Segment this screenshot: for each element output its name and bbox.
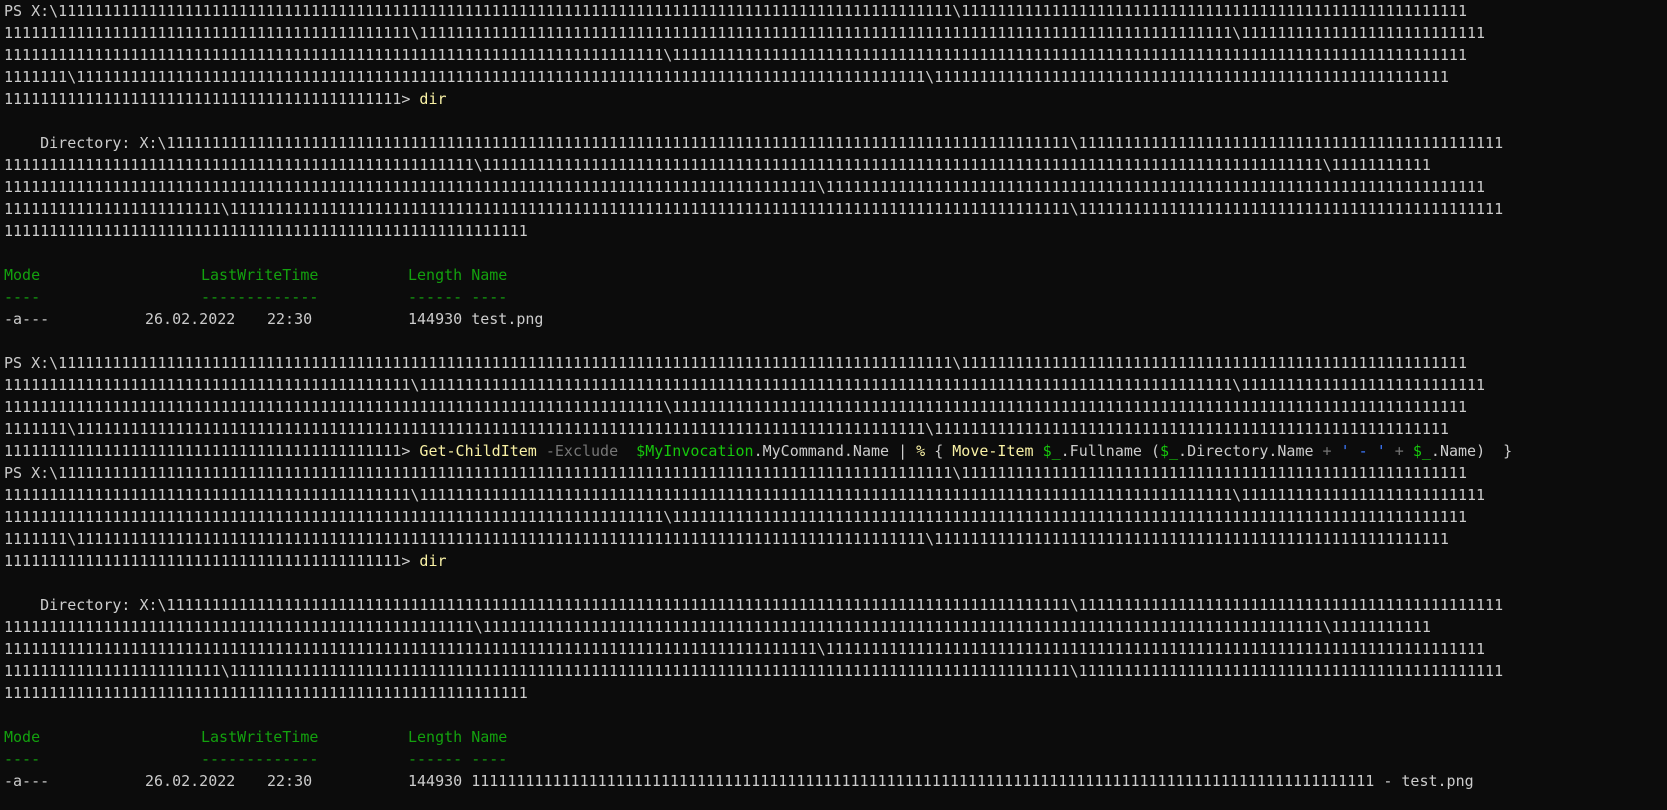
cmd-member: .MyCommand.Name |	[753, 442, 917, 460]
cmd-member: .Fullname (	[1060, 442, 1160, 460]
header-name: Name	[471, 728, 508, 746]
directory-line: 1111111111111111111111111111111111111111…	[4, 618, 1431, 636]
prompt-path-line: 1111111111111111111111111111111111111111…	[4, 24, 1486, 42]
directory-line: 1111111111111111111111111111111111111111…	[4, 178, 1486, 196]
separator-mode: ----	[4, 288, 41, 306]
cmd-foreach-alias: %	[916, 442, 926, 460]
separator-name: ----	[471, 750, 508, 768]
header-mode: Mode	[4, 266, 41, 284]
command-text: dir	[419, 552, 447, 570]
directory-listing-2: Directory: X:\11111111111111111111111111…	[4, 594, 1663, 792]
cmd-brace: {	[925, 442, 953, 460]
prompt-path-line: 1111111111111111111111111111111111111111…	[4, 376, 1486, 394]
prompt-path-line: 1111111111111111111111111111111111111111…	[4, 398, 1467, 416]
directory-listing-1: Directory: X:\11111111111111111111111111…	[4, 132, 1663, 330]
header-length: Length	[408, 266, 463, 284]
cmd-var-pipeline: $_	[1159, 442, 1179, 460]
prompt-path-line: 1111111111111111111111111111111111111111…	[4, 508, 1467, 526]
command-text: dir	[419, 90, 447, 108]
row-name: 1111111111111111111111111111111111111111…	[471, 772, 1474, 790]
prompt-path-end: 1111111111111111111111111111111111111111…	[4, 90, 411, 108]
table-row: -a--- 26.02.2022 22:30 144930 1111111111111…	[4, 770, 1663, 792]
row-time: 22:30	[267, 772, 313, 790]
header-mode: Mode	[4, 728, 41, 746]
table-separator: ---- ------------- ------ ----	[4, 748, 1663, 770]
prompt-command-line: 1111111111111111111111111111111111111111…	[4, 440, 1663, 462]
directory-line: 1111111111111111111111111111111111111111…	[4, 640, 1486, 658]
row-time: 22:30	[267, 310, 313, 328]
row-name: test.png	[471, 310, 544, 328]
row-length: 144930	[408, 310, 463, 328]
table-header: Mode LastWriteTime Length Name	[4, 726, 1663, 748]
table-separator: ---- ------------- ------ ----	[4, 286, 1663, 308]
directory-line: Directory: X:\11111111111111111111111111…	[4, 596, 1504, 614]
cmd-get-childitem: Get-ChildItem	[419, 442, 537, 460]
directory-line: 111111111111111111111111\111111111111111…	[4, 200, 1504, 218]
row-mode: -a---	[4, 310, 50, 328]
prompt-command-line: 1111111111111111111111111111111111111111…	[4, 550, 1663, 572]
cmd-string-literal: ' - '	[1340, 442, 1386, 460]
directory-line: 1111111111111111111111111111111111111111…	[4, 156, 1431, 174]
cmd-var-pipeline: $_	[1412, 442, 1431, 460]
prompt-path-line: 1111111111111111111111111111111111111111…	[4, 46, 1467, 64]
header-lastwritetime: LastWriteTime	[201, 728, 319, 746]
cmd-member: .Directory.Name	[1178, 442, 1323, 460]
cmd-var-pipeline: $_	[1042, 442, 1061, 460]
cmd-param-exclude: -Exclude	[545, 442, 619, 460]
header-lastwritetime: LastWriteTime	[201, 266, 319, 284]
prompt-block-1: PS X:\1111111111111111111111111111111111…	[4, 0, 1663, 110]
header-name: Name	[471, 266, 508, 284]
separator-lastwritetime: -------------	[201, 288, 319, 306]
prompt-block-3: PS X:\1111111111111111111111111111111111…	[4, 462, 1663, 572]
prompt-path-end: 1111111111111111111111111111111111111111…	[4, 442, 411, 460]
cmd-member: .Name) }	[1430, 442, 1513, 460]
prompt-path-end: 1111111111111111111111111111111111111111…	[4, 552, 411, 570]
prompt-path-line: PS X:\1111111111111111111111111111111111…	[4, 464, 1467, 482]
cmd-operator-plus: +	[1322, 442, 1332, 460]
row-date: 26.02.2022	[145, 772, 236, 790]
prompt-path-line: 1111111\11111111111111111111111111111111…	[4, 420, 1449, 438]
prompt-path-line: 1111111111111111111111111111111111111111…	[4, 486, 1486, 504]
row-length: 144930	[408, 772, 463, 790]
directory-line: 1111111111111111111111111111111111111111…	[4, 684, 528, 702]
terminal-window[interactable]: PS X:\1111111111111111111111111111111111…	[0, 0, 1667, 810]
separator-lastwritetime: -------------	[201, 750, 319, 768]
prompt-path-line: 1111111\11111111111111111111111111111111…	[4, 68, 1449, 86]
table-header: Mode LastWriteTime Length Name	[4, 264, 1663, 286]
cmd-var-myinvocation: $MyInvocation	[636, 442, 754, 460]
separator-length: ------	[408, 750, 463, 768]
separator-mode: ----	[4, 750, 41, 768]
prompt-path-line: PS X:\1111111111111111111111111111111111…	[4, 354, 1467, 372]
directory-line: 111111111111111111111111\111111111111111…	[4, 662, 1504, 680]
directory-line: Directory: X:\11111111111111111111111111…	[4, 134, 1504, 152]
row-date: 26.02.2022	[145, 310, 236, 328]
row-mode: -a---	[4, 772, 50, 790]
header-length: Length	[408, 728, 463, 746]
separator-name: ----	[471, 288, 508, 306]
prompt-command-line: 1111111111111111111111111111111111111111…	[4, 88, 1663, 110]
prompt-path-line: 1111111\11111111111111111111111111111111…	[4, 530, 1449, 548]
separator-length: ------	[408, 288, 463, 306]
directory-line: 1111111111111111111111111111111111111111…	[4, 222, 528, 240]
cmd-operator-plus: +	[1394, 442, 1404, 460]
cmd-move-item: Move-Item	[952, 442, 1034, 460]
prompt-block-2: PS X:\1111111111111111111111111111111111…	[4, 352, 1663, 462]
table-row: -a--- 26.02.2022 22:30 144930 test.png	[4, 308, 1663, 330]
prompt-path-line: PS X:\1111111111111111111111111111111111…	[4, 2, 1467, 20]
